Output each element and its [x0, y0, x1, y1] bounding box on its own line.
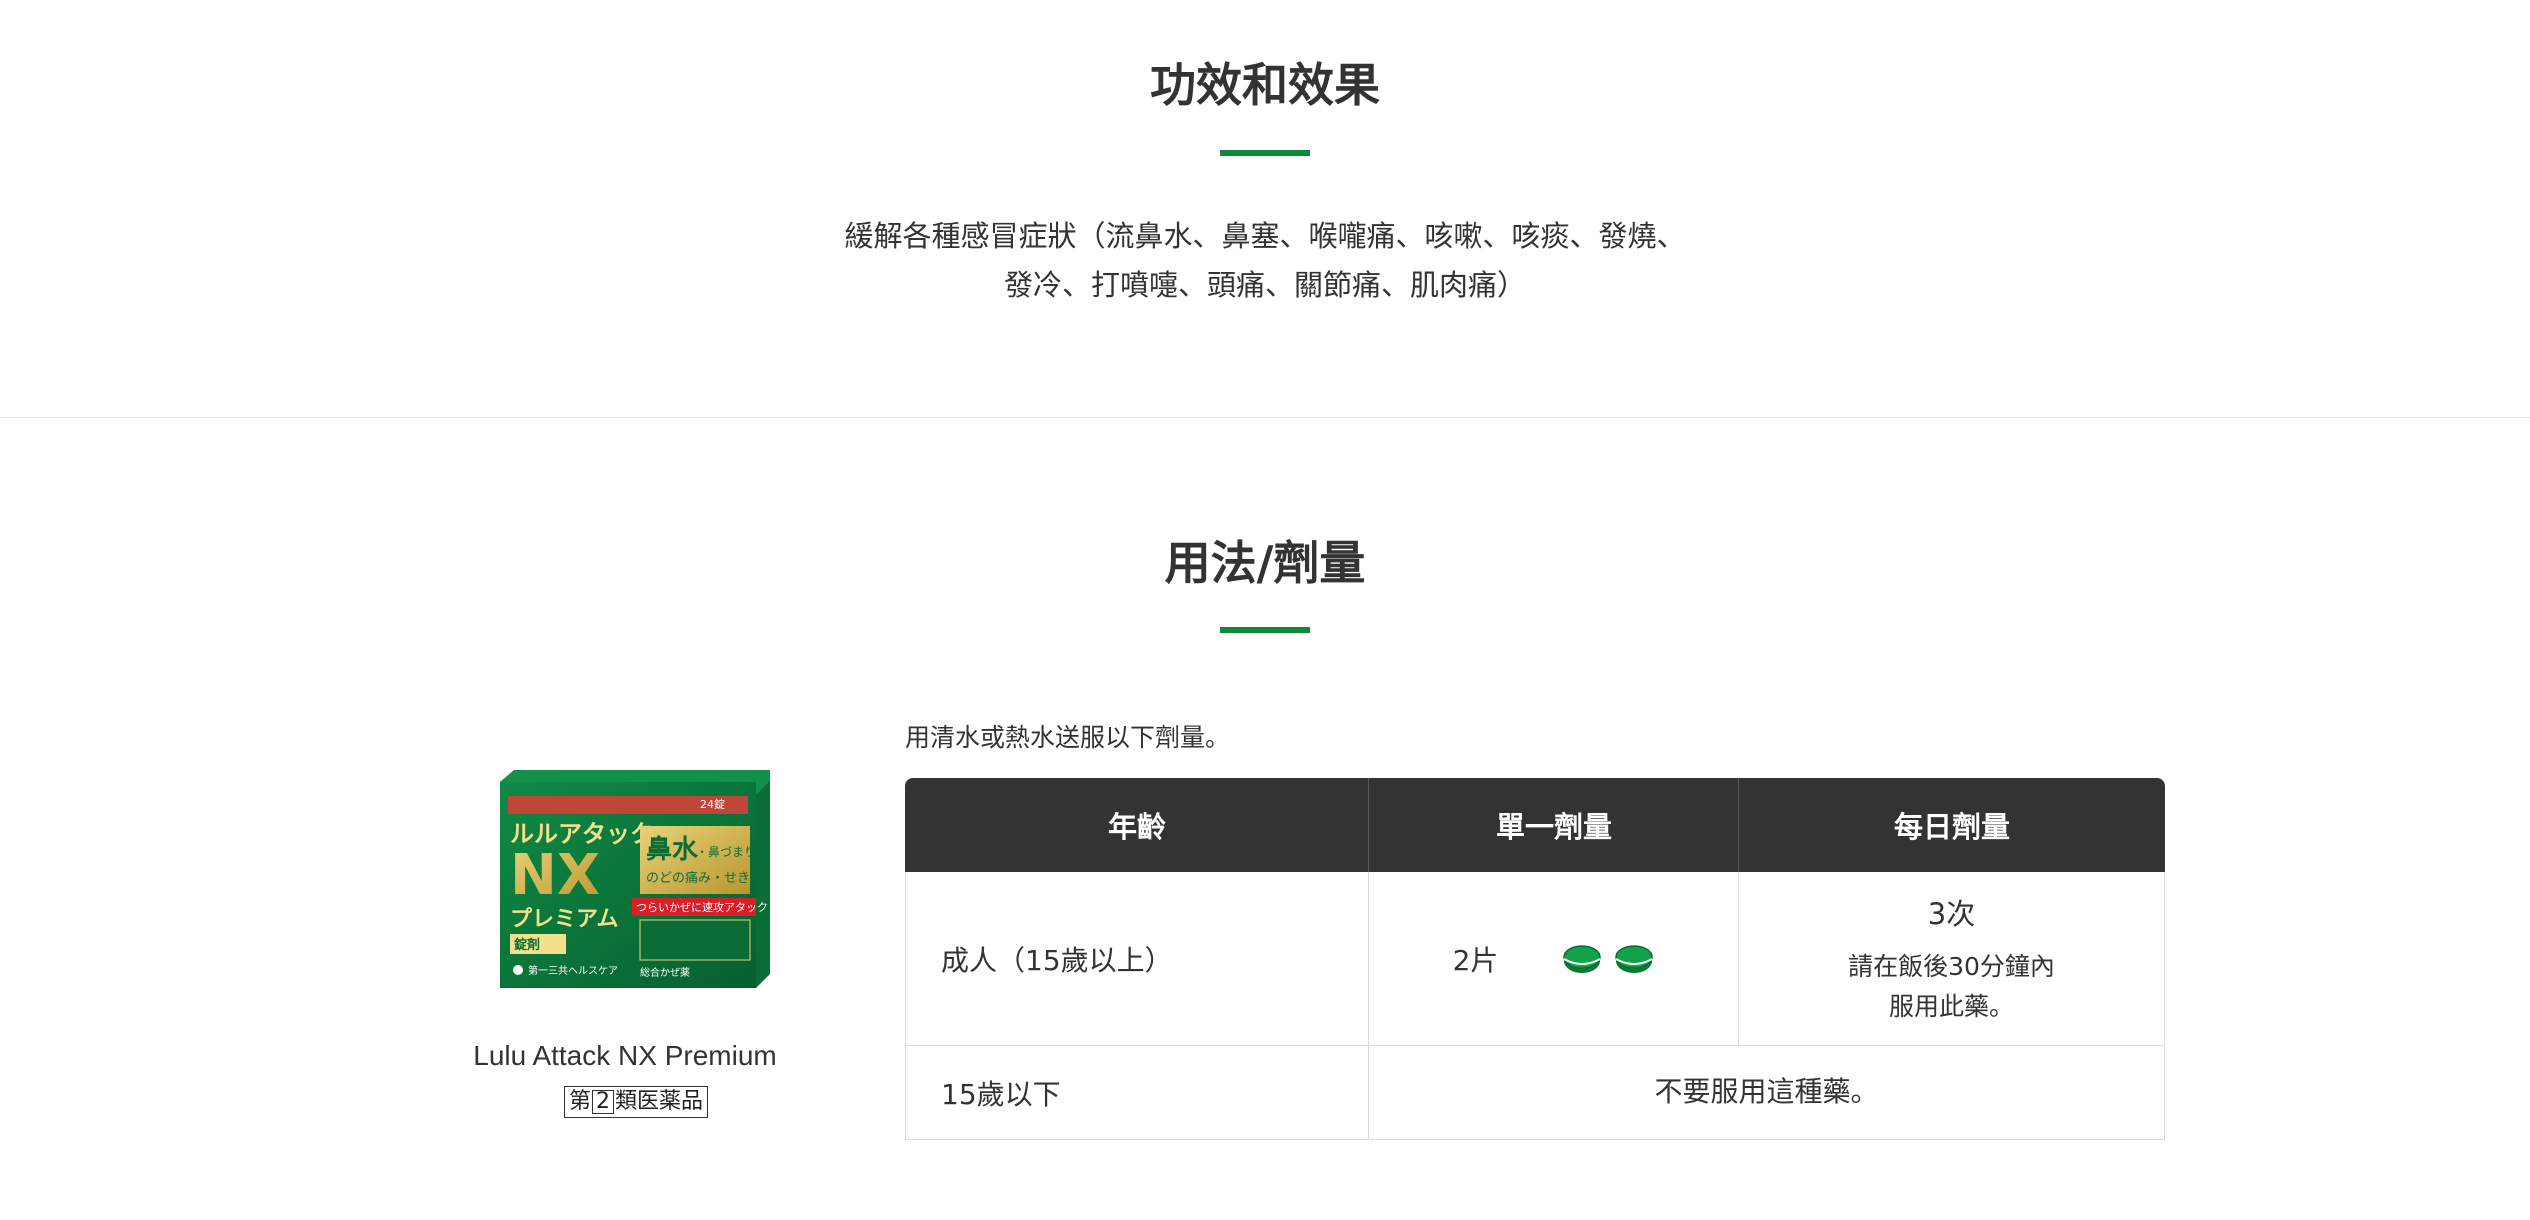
daily-note-2: 服用此藥。 — [1888, 991, 2014, 1021]
box-claim-main: 鼻水 — [646, 835, 699, 865]
tablet-icon — [1615, 944, 1654, 973]
section-divider — [0, 417, 2530, 418]
single-dose-value: 2片 — [1452, 943, 1499, 977]
box-brand-premium: プレミアム — [510, 907, 618, 932]
product-name: Lulu Attack NX Premium — [473, 1040, 777, 1071]
category-prefix: 第 — [569, 1089, 592, 1114]
box-red-band: つらいかぜに速攻アタック — [636, 900, 768, 914]
usage-intro: 用清水或熱水送服以下劑量。 — [905, 723, 1231, 752]
row-child-age: 15歲以下 — [941, 1077, 1061, 1111]
row-child-note: 不要服用這種藥。 — [1654, 1075, 1879, 1108]
daily-frequency: 3次 — [1927, 896, 1976, 931]
usage-title-underline — [1220, 627, 1310, 633]
box-claim-sub1: ・鼻づまり — [696, 844, 756, 859]
box-form: 錠剤 — [514, 937, 540, 953]
box-brand-nx: NX — [510, 843, 600, 908]
effects-description: 緩解各種感冒症狀（流鼻水、鼻塞、喉嚨痛、咳嗽、咳痰、發燒、 發冷、打噴嚏、頭痛、… — [0, 212, 2530, 310]
daily-note-1: 請在飯後30分鐘內 — [1848, 951, 2055, 981]
category-number: 2 — [592, 1090, 615, 1114]
tablet-icon — [1563, 944, 1602, 973]
box-claim-sub2: のどの痛み・せきに — [646, 870, 763, 886]
box-maker: 第一三共ヘルスケア — [528, 964, 618, 977]
row-adult-single-dose: 2片 — [1369, 872, 1738, 1045]
effects-title: 功效和效果 — [1150, 58, 1380, 112]
row-adult-age: 成人（15歲以上） — [941, 943, 1173, 977]
effects-title-underline — [1220, 150, 1310, 156]
box-count: 24錠 — [700, 797, 725, 811]
effects-line-1: 緩解各種感冒症狀（流鼻水、鼻塞、喉嚨痛、咳嗽、咳痰、發燒、 — [844, 219, 1686, 253]
category-suffix: 類医薬品 — [615, 1089, 704, 1114]
box-footer: 総合かぜ薬 — [640, 966, 690, 979]
row-adult-daily-dose: 3次 請在飯後30分鐘內 服用此藥。 — [1739, 872, 2164, 1045]
header-age: 年齡 — [1107, 810, 1166, 844]
usage-title: 用法/劑量 — [1164, 536, 1366, 590]
effects-line-2: 發冷、打噴嚏、頭痛、關節痛、肌肉痛） — [1003, 268, 1526, 302]
header-daily-dose: 每日劑量 — [1893, 810, 2010, 844]
product-box-image: 24錠 ルルアタック NX プレミアム 鼻水 ・鼻づまり のどの痛み・せきに つ… — [500, 770, 770, 988]
header-single-dose: 單一劑量 — [1495, 810, 1612, 844]
category-badge: 第 2 類医薬品 — [564, 1086, 709, 1118]
